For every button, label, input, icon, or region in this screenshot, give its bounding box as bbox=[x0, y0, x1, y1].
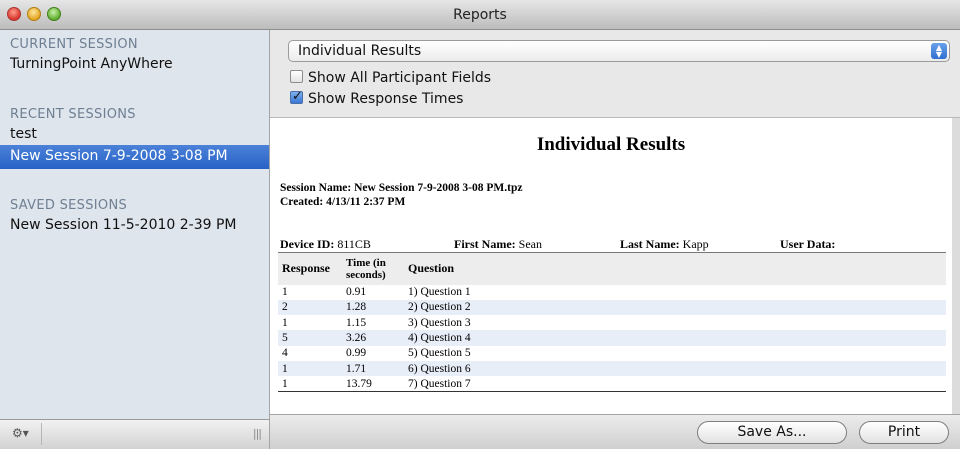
first-name-label: First Name: bbox=[454, 237, 516, 251]
created-date: Created: 4/13/11 2:37 PM bbox=[280, 196, 406, 208]
table-row: 5 3.26 4) Question 4 bbox=[278, 330, 946, 346]
response-cell: 1 bbox=[278, 376, 342, 393]
first-name-value: Sean bbox=[518, 237, 542, 251]
question-cell: 7) Question 7 bbox=[404, 376, 946, 393]
sidebar-item-label: New Session 7-9-2008 3-08 PM bbox=[10, 148, 228, 164]
report-title: Individual Results bbox=[536, 134, 686, 155]
session-name: Session Name: New Session 7-9-2008 3-08 … bbox=[280, 182, 523, 194]
report-preview[interactable]: Individual Results Session Name: New Ses… bbox=[270, 118, 960, 414]
show-response-times-checkbox[interactable] bbox=[290, 89, 303, 104]
report-type-value: Individual Results bbox=[298, 43, 422, 59]
response-cell: 1 bbox=[282, 286, 288, 299]
show-response-times-row[interactable]: Show Response Times bbox=[290, 89, 464, 107]
column-header-question: Question bbox=[404, 252, 946, 285]
time-cell: 1.15 bbox=[346, 316, 367, 329]
show-response-times-label: Show Response Times bbox=[308, 91, 464, 107]
show-all-fields-row[interactable]: Show All Participant Fields bbox=[290, 70, 491, 86]
table-row: 2 1.28 2) Question 2 bbox=[278, 299, 946, 316]
print-button[interactable]: Print bbox=[859, 421, 949, 444]
user-data: User Data: bbox=[780, 237, 835, 252]
recent-sessions-heading: RECENT SESSIONS bbox=[10, 107, 136, 122]
column-header-response: Response bbox=[278, 252, 342, 285]
resize-grip[interactable]: ||| bbox=[253, 427, 262, 440]
results-table: Response Time (in seconds) Question 1 0.… bbox=[278, 252, 946, 393]
table-row: 1 1.15 3) Question 3 bbox=[278, 315, 946, 330]
show-all-fields-checkbox[interactable] bbox=[290, 70, 303, 83]
chevron-up-down-icon: ▲ ▼ bbox=[931, 43, 947, 59]
sidebar-item-recent-selected[interactable]: New Session 7-9-2008 3-08 PM bbox=[0, 145, 269, 169]
column-header-time: Time (in seconds) bbox=[342, 252, 404, 285]
save-as-button[interactable]: Save As... bbox=[697, 421, 847, 444]
bottom-toolbar: Save As... Print bbox=[270, 414, 960, 449]
last-name: Last Name: Kapp bbox=[620, 237, 709, 252]
table-row: 1 0.91 1) Question 1 bbox=[278, 285, 946, 300]
user-data-label: User Data: bbox=[780, 237, 836, 251]
time-cell: 1.71 bbox=[346, 362, 367, 375]
response-cell: 1 bbox=[282, 316, 288, 329]
gear-icon: ⚙▾ bbox=[12, 426, 29, 440]
sidebar-item-recent-test[interactable]: test bbox=[10, 126, 37, 142]
question-cell: 6) Question 6 bbox=[408, 362, 471, 375]
show-all-fields-label: Show All Participant Fields bbox=[308, 70, 492, 86]
report-type-select[interactable]: Individual Results ▲ ▼ bbox=[288, 40, 950, 62]
response-cell: 5 bbox=[282, 332, 288, 345]
sidebar-item-current-session[interactable]: TurningPoint AnyWhere bbox=[10, 56, 173, 72]
first-name: First Name: Sean bbox=[454, 237, 542, 252]
table-header-row: Response Time (in seconds) Question bbox=[278, 252, 946, 285]
title-bar: Reports bbox=[0, 0, 960, 30]
sidebar: CURRENT SESSION TurningPoint AnyWhere RE… bbox=[0, 30, 270, 419]
question-cell: 5) Question 5 bbox=[408, 347, 471, 360]
last-name-label: Last Name: bbox=[620, 237, 680, 251]
device-id: Device ID: 811CB bbox=[280, 237, 371, 252]
time-cell: 3.26 bbox=[346, 332, 367, 345]
sidebar-bottom-bar: ⚙▾ ||| bbox=[0, 419, 270, 449]
time-cell: 0.99 bbox=[346, 347, 367, 360]
device-id-value: 811CB bbox=[337, 237, 371, 251]
table-row: 1 13.79 7) Question 7 bbox=[278, 376, 946, 393]
table-row: 1 1.71 6) Question 6 bbox=[278, 360, 946, 377]
time-cell: 1.28 bbox=[346, 301, 367, 314]
sidebar-item-saved-session[interactable]: New Session 11-5-2010 2-39 PM bbox=[10, 217, 237, 233]
saved-sessions-heading: SAVED SESSIONS bbox=[10, 198, 128, 213]
time-cell: 0.91 bbox=[346, 286, 367, 299]
gear-menu-button[interactable]: ⚙▾ bbox=[2, 423, 42, 445]
time-cell: 13.79 bbox=[342, 376, 404, 393]
report-controls: Individual Results ▲ ▼ Show All Participa… bbox=[270, 30, 960, 118]
response-cell: 2 bbox=[282, 301, 288, 314]
device-id-label: Device ID: bbox=[280, 237, 335, 251]
table-row: 4 0.99 5) Question 5 bbox=[278, 346, 946, 361]
window-title: Reports bbox=[453, 7, 507, 23]
question-cell: 4) Question 4 bbox=[408, 332, 471, 345]
question-cell: 2) Question 2 bbox=[408, 301, 471, 314]
question-cell: 1) Question 1 bbox=[408, 286, 471, 299]
question-cell: 3) Question 3 bbox=[408, 316, 471, 329]
response-cell: 1 bbox=[282, 362, 288, 375]
current-session-heading: CURRENT SESSION bbox=[10, 37, 138, 52]
response-cell: 4 bbox=[282, 347, 288, 360]
last-name-value: Kapp bbox=[682, 237, 709, 251]
